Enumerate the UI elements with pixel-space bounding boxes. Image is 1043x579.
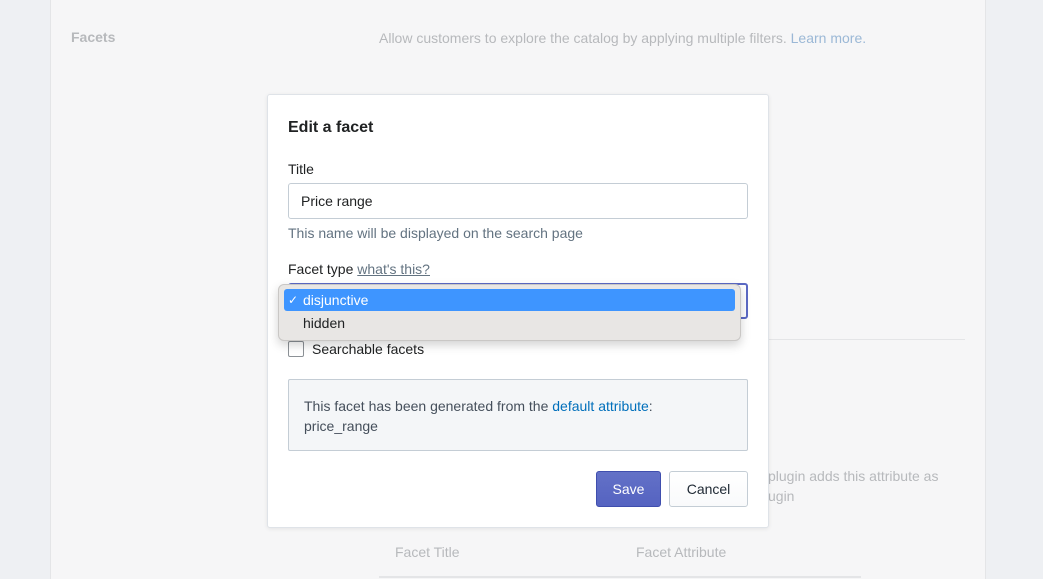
column-header-facet-title: Facet Title [395,544,460,560]
modal-title: Edit a facet [288,119,374,136]
facet-type-label-row: Facet type what's this? [288,261,430,277]
cancel-button[interactable]: Cancel [669,471,748,507]
plugin-note-line1: plugin adds this attribute as [768,468,939,484]
option-label: hidden [303,315,346,331]
searchable-facets-row[interactable]: Searchable facets [288,341,424,357]
check-icon: ✓ [288,293,299,307]
table-divider [379,576,861,578]
option-disjunctive[interactable]: ✓ disjunctive [284,289,735,311]
section-title: Facets [71,29,116,45]
info-text: This facet has been generated from the [304,398,549,414]
plugin-note: plugin adds this attribute as ugin [768,466,968,506]
info-colon: : [648,398,653,414]
learn-more-link[interactable]: Learn more. [791,30,866,46]
searchable-facets-label: Searchable facets [312,341,425,357]
info-box: This facet has been generated from the d… [288,379,748,451]
title-input[interactable] [288,183,748,219]
save-button[interactable]: Save [596,471,661,507]
title-help-text: This name will be displayed on the searc… [288,225,583,241]
column-header-facet-attribute: Facet Attribute [636,544,727,560]
searchable-facets-checkbox[interactable] [288,341,304,357]
option-hidden[interactable]: hidden [284,312,735,334]
whats-this-link[interactable]: what's this? [357,261,430,277]
title-label: Title [288,161,314,177]
section-description: Allow customers to explore the catalog b… [379,30,866,46]
section-description-text: Allow customers to explore the catalog b… [379,30,787,46]
plugin-note-line2: ugin [768,488,795,504]
facet-type-label: Facet type [288,261,354,277]
default-attribute-link[interactable]: default attribute [552,398,649,414]
facet-type-dropdown: ✓ disjunctive hidden [278,284,741,341]
divider [765,339,965,340]
info-attribute: price_range [304,418,378,434]
option-label: disjunctive [303,292,369,308]
